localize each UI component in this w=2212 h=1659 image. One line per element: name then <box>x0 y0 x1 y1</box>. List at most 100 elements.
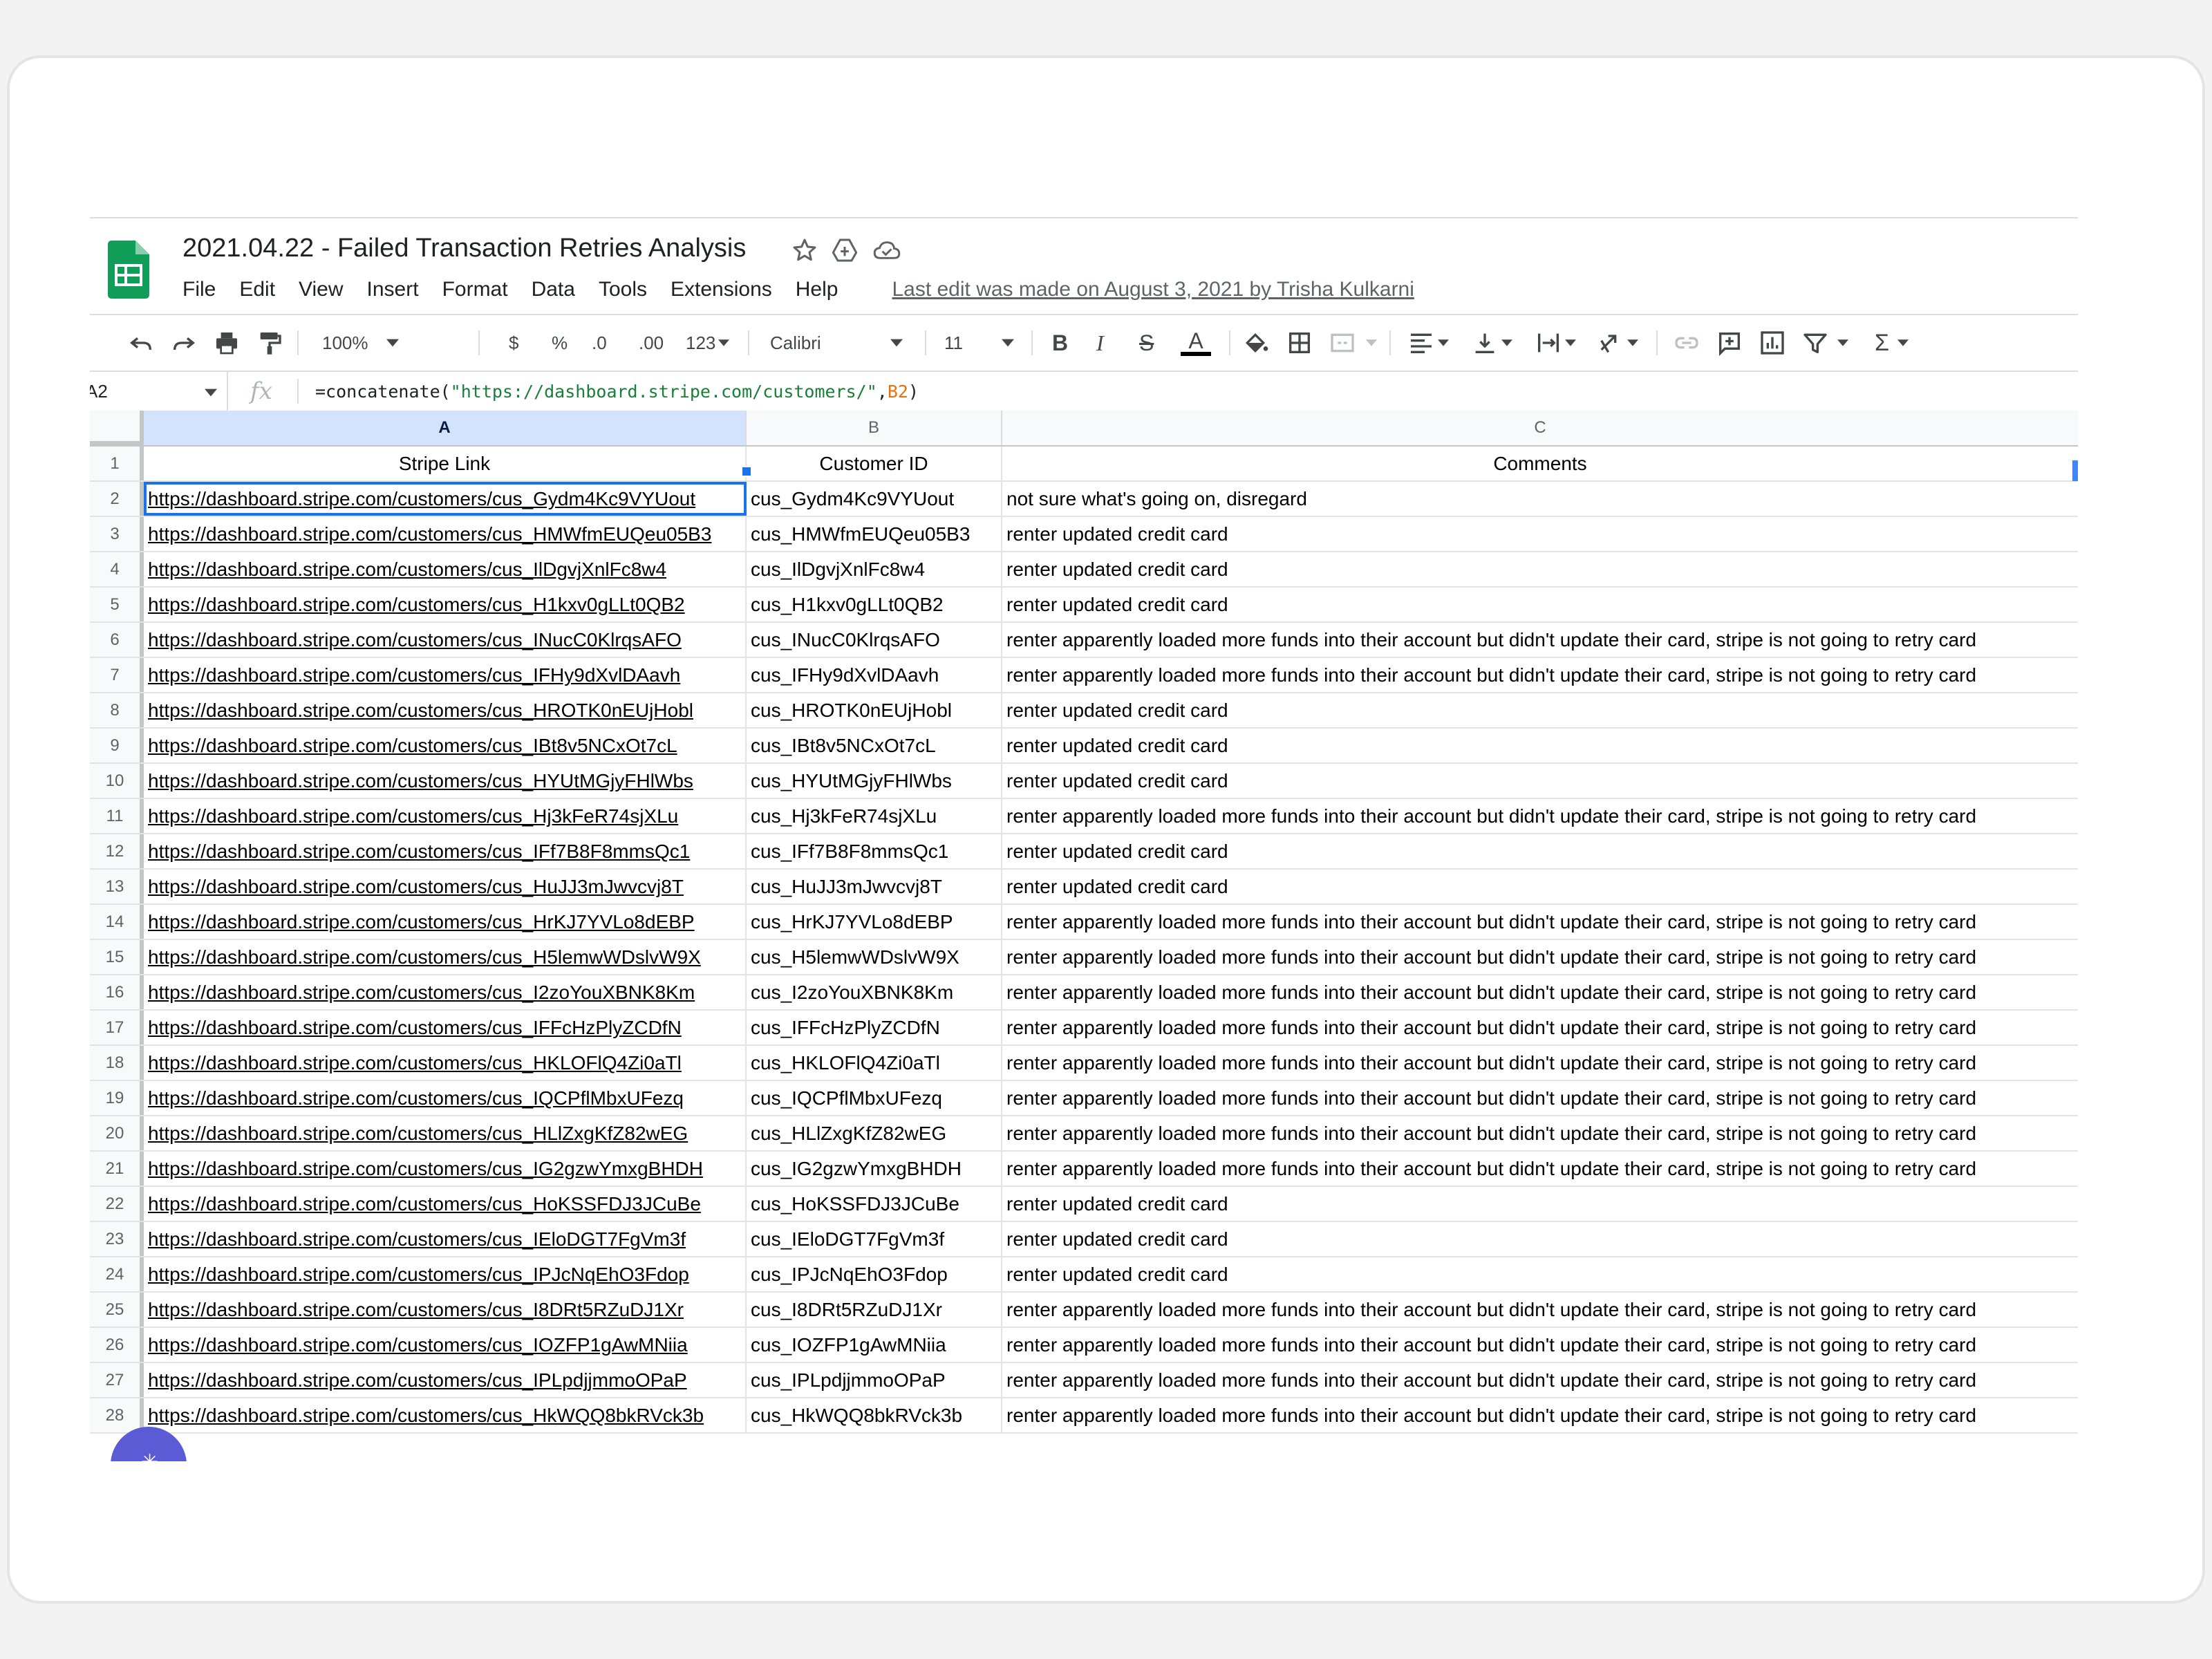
row-number[interactable]: 10 <box>90 764 144 798</box>
cell-customer-id[interactable]: cus_INucC0KlrqsAFO <box>747 623 1002 657</box>
row-number[interactable]: 4 <box>90 552 144 586</box>
cell-comment[interactable]: renter updated credit card <box>1002 1257 2078 1291</box>
row-number[interactable]: 21 <box>90 1152 144 1185</box>
zoom-select[interactable]: 100% <box>322 325 399 361</box>
cell-comment[interactable]: renter updated credit card <box>1002 1222 2078 1256</box>
borders-icon[interactable] <box>1286 325 1313 361</box>
row-number[interactable]: 6 <box>90 623 144 657</box>
cell-comment[interactable]: renter apparently loaded more funds into… <box>1002 1328 2078 1362</box>
print-icon[interactable] <box>213 325 241 361</box>
row-number[interactable]: 22 <box>90 1187 144 1221</box>
cell-customer-id[interactable]: cus_IEloDGT7FgVm3f <box>747 1222 1002 1256</box>
cell-stripe-link[interactable]: https://dashboard.stripe.com/customers/c… <box>144 658 747 692</box>
percent-format-button[interactable]: % <box>552 325 568 361</box>
cell-comment[interactable]: renter apparently loaded more funds into… <box>1002 658 2078 692</box>
cell-stripe-link[interactable]: https://dashboard.stripe.com/customers/c… <box>144 1081 747 1115</box>
cell-comment[interactable]: renter updated credit card <box>1002 729 2078 762</box>
row-number[interactable]: 25 <box>90 1293 144 1327</box>
cell-customer-id[interactable]: cus_I2zoYouXBNK8Km <box>747 975 1002 1009</box>
cell-customer-id[interactable]: cus_IFFcHzPlyZCDfN <box>747 1011 1002 1044</box>
cell-comment[interactable]: renter updated credit card <box>1002 552 2078 586</box>
cell-stripe-link[interactable]: https://dashboard.stripe.com/customers/c… <box>144 764 747 798</box>
row-number[interactable]: 20 <box>90 1116 144 1150</box>
cell-comment[interactable]: renter updated credit card <box>1002 764 2078 798</box>
cell-stripe-link[interactable]: https://dashboard.stripe.com/customers/c… <box>144 1398 747 1432</box>
column-header-c[interactable]: C <box>1002 411 2078 445</box>
row-number[interactable]: 12 <box>90 834 144 868</box>
row-number[interactable]: 3 <box>90 517 144 551</box>
cell-comment[interactable]: renter apparently loaded more funds into… <box>1002 1363 2078 1397</box>
header-cell-customer-id[interactable]: Customer ID <box>747 447 1002 480</box>
cell-comment[interactable]: renter apparently loaded more funds into… <box>1002 1046 2078 1080</box>
cell-customer-id[interactable]: cus_IFf7B8F8mmsQc1 <box>747 834 1002 868</box>
row-number[interactable]: 11 <box>90 799 144 833</box>
cell-customer-id[interactable]: cus_HuJJ3mJwvcvj8T <box>747 870 1002 903</box>
cell-customer-id[interactable]: cus_HKLOFlQ4Zi0aTl <box>747 1046 1002 1080</box>
cell-customer-id[interactable]: cus_Gydm4Kc9VYUout <box>747 482 1002 516</box>
italic-button[interactable]: I <box>1096 325 1104 361</box>
row-number[interactable]: 26 <box>90 1328 144 1362</box>
cell-stripe-link[interactable]: https://dashboard.stripe.com/customers/c… <box>144 1187 747 1221</box>
row-number[interactable]: 5 <box>90 588 144 621</box>
cell-stripe-link[interactable]: https://dashboard.stripe.com/customers/c… <box>144 482 747 516</box>
cell-customer-id[interactable]: cus_H1kxv0gLLt0QB2 <box>747 588 1002 621</box>
document-title[interactable]: 2021.04.22 - Failed Transaction Retries … <box>182 234 746 263</box>
cell-comment[interactable]: renter apparently loaded more funds into… <box>1002 1081 2078 1115</box>
cell-comment[interactable]: renter apparently loaded more funds into… <box>1002 940 2078 974</box>
cell-comment[interactable]: renter updated credit card <box>1002 693 2078 727</box>
text-wrapping-icon[interactable] <box>1535 325 1576 361</box>
cell-customer-id[interactable]: cus_IlDgvjXnlFc8w4 <box>747 552 1002 586</box>
star-icon[interactable] <box>791 236 821 267</box>
cell-stripe-link[interactable]: https://dashboard.stripe.com/customers/c… <box>144 1046 747 1080</box>
cell-stripe-link[interactable]: https://dashboard.stripe.com/customers/c… <box>144 940 747 974</box>
text-color-button[interactable]: A <box>1181 325 1211 361</box>
functions-button[interactable]: Σ <box>1875 325 1909 361</box>
cell-customer-id[interactable]: cus_Hj3kFeR74sjXLu <box>747 799 1002 833</box>
cell-stripe-link[interactable]: https://dashboard.stripe.com/customers/c… <box>144 870 747 903</box>
decrease-decimals-button[interactable]: .0 <box>592 325 607 361</box>
cell-stripe-link[interactable]: https://dashboard.stripe.com/customers/c… <box>144 1363 747 1397</box>
select-all-corner[interactable] <box>90 411 144 445</box>
cell-customer-id[interactable]: cus_HoKSSFDJ3JCuBe <box>747 1187 1002 1221</box>
cell-customer-id[interactable]: cus_I8DRt5RZuDJ1Xr <box>747 1293 1002 1327</box>
cell-comment[interactable]: renter apparently loaded more funds into… <box>1002 975 2078 1009</box>
row-number[interactable]: 27 <box>90 1363 144 1397</box>
sheets-logo-icon[interactable] <box>108 241 149 299</box>
insert-chart-icon[interactable] <box>1759 325 1786 361</box>
row-number[interactable]: 18 <box>90 1046 144 1080</box>
row-number[interactable]: 28 <box>90 1398 144 1432</box>
cell-customer-id[interactable]: cus_HMWfmEUQeu05B3 <box>747 517 1002 551</box>
cell-stripe-link[interactable]: https://dashboard.stripe.com/customers/c… <box>144 1011 747 1044</box>
header-cell-stripe-link[interactable]: Stripe Link <box>144 447 747 480</box>
vertical-align-icon[interactable] <box>1471 325 1512 361</box>
menu-extensions[interactable]: Extensions <box>671 278 772 301</box>
cell-stripe-link[interactable]: https://dashboard.stripe.com/customers/c… <box>144 1293 747 1327</box>
insert-link-icon[interactable] <box>1673 325 1700 361</box>
cell-stripe-link[interactable]: https://dashboard.stripe.com/customers/c… <box>144 623 747 657</box>
row-number[interactable]: 2 <box>90 482 144 516</box>
row-number[interactable]: 16 <box>90 975 144 1009</box>
column-header-a[interactable]: A <box>144 411 747 445</box>
cell-comment[interactable]: renter updated credit card <box>1002 834 2078 868</box>
menu-edit[interactable]: Edit <box>239 278 275 301</box>
cell-customer-id[interactable]: cus_IQCPflMbxUFezq <box>747 1081 1002 1115</box>
row-number[interactable]: 24 <box>90 1257 144 1291</box>
cell-stripe-link[interactable]: https://dashboard.stripe.com/customers/c… <box>144 517 747 551</box>
currency-format-button[interactable]: $ <box>509 325 518 361</box>
cell-stripe-link[interactable]: https://dashboard.stripe.com/customers/c… <box>144 905 747 939</box>
cell-stripe-link[interactable]: https://dashboard.stripe.com/customers/c… <box>144 552 747 586</box>
cell-comment[interactable]: renter updated credit card <box>1002 517 2078 551</box>
cell-comment[interactable]: renter apparently loaded more funds into… <box>1002 799 2078 833</box>
scrollbar-thumb[interactable] <box>2072 460 2078 481</box>
cell-customer-id[interactable]: cus_IPLpdjjmmoOPaP <box>747 1363 1002 1397</box>
column-header-b[interactable]: B <box>747 411 1002 445</box>
cell-stripe-link[interactable]: https://dashboard.stripe.com/customers/c… <box>144 1116 747 1150</box>
cell-customer-id[interactable]: cus_HYUtMGjyFHlWbs <box>747 764 1002 798</box>
menu-file[interactable]: File <box>182 278 216 301</box>
cell-comment[interactable]: renter updated credit card <box>1002 870 2078 903</box>
row-number[interactable]: 14 <box>90 905 144 939</box>
text-rotation-icon[interactable] <box>1597 325 1638 361</box>
cell-stripe-link[interactable]: https://dashboard.stripe.com/customers/c… <box>144 834 747 868</box>
cell-stripe-link[interactable]: https://dashboard.stripe.com/customers/c… <box>144 799 747 833</box>
cell-customer-id[interactable]: cus_IFHy9dXvlDAavh <box>747 658 1002 692</box>
